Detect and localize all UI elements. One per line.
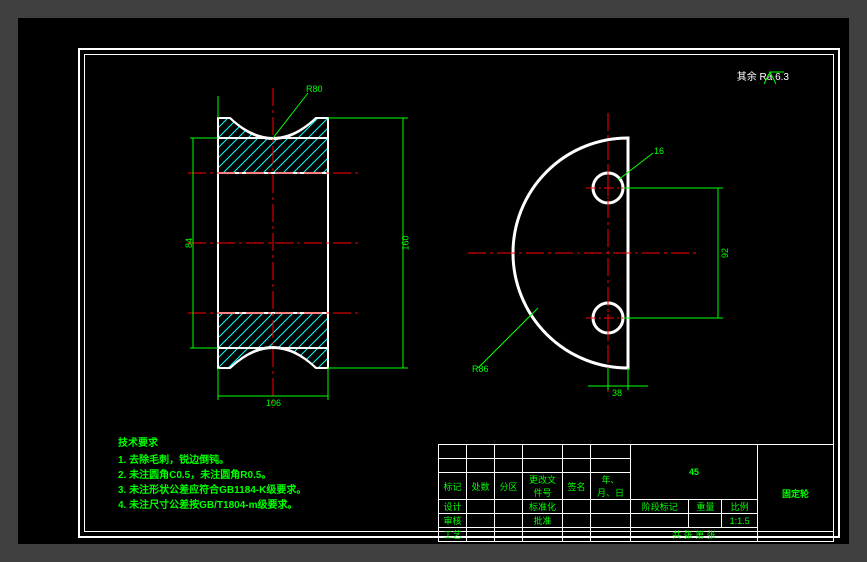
dim-left-bottom: 106 xyxy=(266,398,281,408)
hdr-weight: 重量 xyxy=(689,500,722,514)
hdr-zone: 分区 xyxy=(495,473,523,500)
hdr-mark: 标记 xyxy=(439,473,467,500)
surface-finish: 其余 Ra 6.3 xyxy=(737,68,789,83)
hdr-qty: 处数 xyxy=(467,473,495,500)
note-line-1: 1. 去除毛刺，锐边倒钝。 xyxy=(118,453,306,468)
cad-canvas: 其余 Ra 6.3 R80 84 160 106 16 92 38 R86 技术… xyxy=(18,18,849,544)
dim-r-top: R80 xyxy=(306,84,323,94)
hdr-proc: 工艺 xyxy=(439,528,467,542)
hdr-std: 标准化 xyxy=(523,500,563,514)
dim-left-v1: 84 xyxy=(184,238,194,248)
title-block: 45 固定轮 标记 处数 分区 更改文件号 签名 年、月、日 设计 标准化 阶段… xyxy=(438,444,834,532)
surface-prefix: 其余 xyxy=(737,72,757,83)
dim-right-bottom: 38 xyxy=(612,388,622,398)
left-view xyxy=(158,78,418,418)
hdr-design: 设计 xyxy=(439,500,467,514)
hdr-scale: 比例 xyxy=(722,500,758,514)
hdr-sign: 签名 xyxy=(563,473,591,500)
note-line-4: 4. 未注尺寸公差按GB/T1804-m级要求。 xyxy=(118,498,306,513)
hdr-date: 年、月、日 xyxy=(591,473,631,500)
hdr-sheet: 共 张 第 张 xyxy=(631,528,758,542)
hdr-stage: 阶段标记 xyxy=(631,500,689,514)
scale-value: 1:1.5 xyxy=(722,514,758,528)
notes-title: 技术要求 xyxy=(118,436,306,451)
dim-right-lead: R86 xyxy=(472,364,489,374)
dim-right-top: 16 xyxy=(654,146,664,156)
dim-right-side: 92 xyxy=(720,248,730,258)
hdr-appr: 批准 xyxy=(523,514,563,528)
hdr-doc: 更改文件号 xyxy=(523,473,563,500)
part-name-cell: 固定轮 xyxy=(758,445,834,542)
dim-left-v2: 160 xyxy=(401,235,411,250)
technical-notes: 技术要求 1. 去除毛刺，锐边倒钝。 2. 未注圆角C0.5，未注圆角R0.5。… xyxy=(118,436,306,513)
note-line-2: 2. 未注圆角C0.5，未注圆角R0.5。 xyxy=(118,468,306,483)
note-line-3: 3. 未注形状公差应符合GB1184-K级要求。 xyxy=(118,483,306,498)
material-cell: 45 xyxy=(631,445,758,500)
hdr-check: 审核 xyxy=(439,514,467,528)
